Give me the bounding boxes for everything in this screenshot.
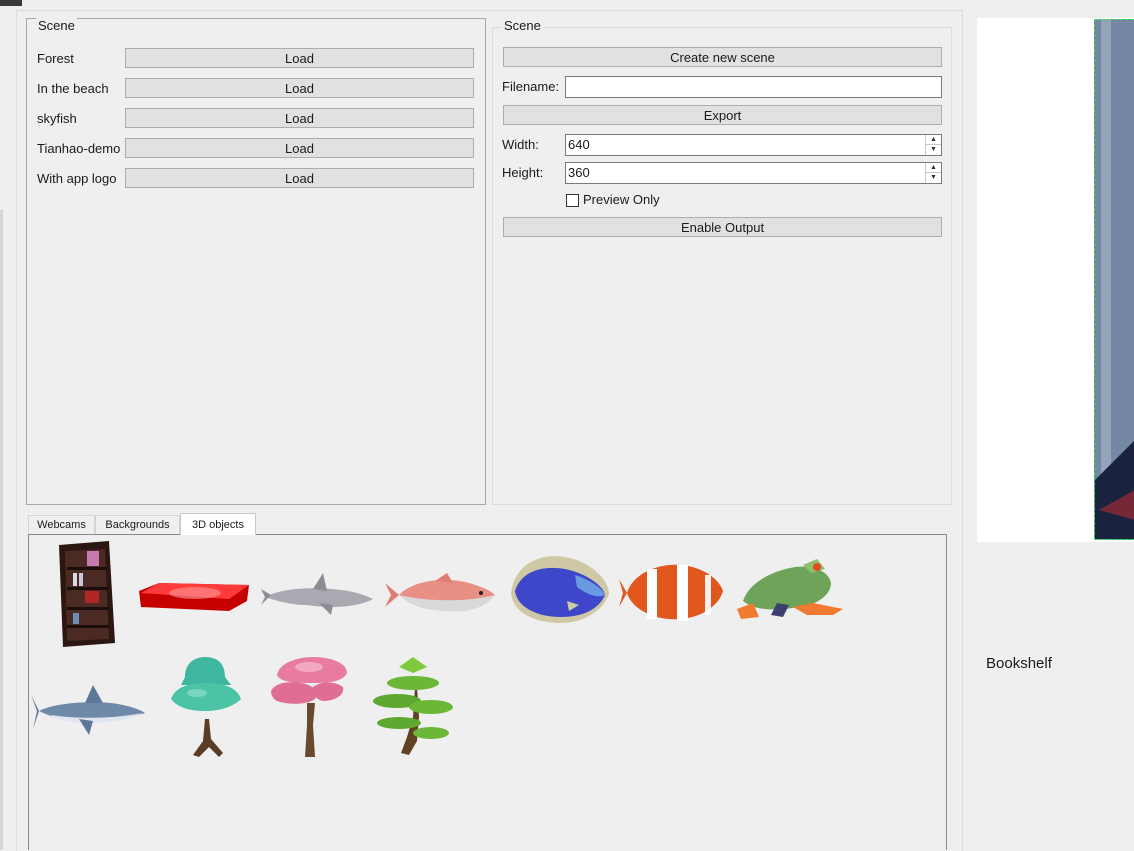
dolphin-thumbnail[interactable]: [261, 571, 375, 619]
window-corner-mark: [0, 0, 22, 6]
bonsai-tree-thumbnail[interactable]: [369, 657, 457, 757]
salmon-fish-thumbnail[interactable]: [385, 573, 497, 617]
height-value: 360: [568, 165, 590, 180]
tab-3d-objects[interactable]: 3D objects: [180, 513, 256, 535]
load-scene-button[interactable]: Load: [125, 78, 474, 98]
load-scene-button[interactable]: Load: [125, 48, 474, 68]
3d-objects-panel: [28, 534, 947, 850]
shark-thumbnail[interactable]: [31, 683, 147, 739]
load-scene-button[interactable]: Load: [125, 168, 474, 188]
green-tree-thumbnail[interactable]: [167, 655, 245, 761]
scene-list-title: Scene: [36, 18, 77, 33]
create-new-scene-button[interactable]: Create new scene: [503, 47, 942, 67]
preview-only-label: Preview Only: [583, 192, 660, 207]
load-scene-button[interactable]: Load: [125, 138, 474, 158]
scene-name: Forest: [37, 51, 74, 66]
clownfish-thumbnail[interactable]: [619, 559, 727, 625]
filename-label: Filename:: [502, 79, 560, 94]
frog-thumbnail[interactable]: [733, 557, 845, 623]
scene-name: In the beach: [37, 81, 109, 96]
width-spinbox[interactable]: 640 ▲ ▼: [565, 134, 942, 156]
export-button[interactable]: Export: [503, 105, 942, 125]
tab-backgrounds[interactable]: Backgrounds: [95, 515, 180, 534]
preview-only-checkbox[interactable]: [566, 194, 579, 207]
preview-webcam-image: [1095, 20, 1134, 539]
preview-selection-frame[interactable]: [1094, 19, 1134, 540]
height-label: Height:: [502, 165, 544, 180]
scene-name: With app logo: [37, 171, 117, 186]
red-slab-thumbnail[interactable]: [137, 579, 251, 615]
scene-controls-group: Scene Create new scene Filename: Export …: [492, 18, 952, 505]
scene-name: skyfish: [37, 111, 77, 126]
enable-output-button[interactable]: Enable Output: [503, 217, 942, 237]
spin-up-icon[interactable]: ▲: [926, 163, 941, 173]
width-spinner[interactable]: ▲ ▼: [925, 135, 941, 155]
bookshelf-thumbnail[interactable]: [55, 539, 119, 647]
spin-down-icon[interactable]: ▼: [926, 145, 941, 154]
scene-controls-title: Scene: [502, 18, 543, 33]
scene-name: Tianhao-demo: [37, 141, 121, 156]
load-scene-button[interactable]: Load: [125, 108, 474, 128]
left-edge-divider: [0, 210, 3, 850]
width-value: 640: [568, 137, 590, 152]
filename-input[interactable]: [565, 76, 942, 98]
blue-tang-fish-thumbnail[interactable]: [505, 553, 613, 627]
pink-tree-thumbnail[interactable]: [269, 655, 351, 759]
width-label: Width:: [502, 137, 539, 152]
scene-list-group: Scene Forest Load In the beach Load skyf…: [26, 18, 486, 505]
height-spinner[interactable]: ▲ ▼: [925, 163, 941, 183]
spin-down-icon[interactable]: ▼: [926, 173, 941, 182]
spin-up-icon[interactable]: ▲: [926, 135, 941, 145]
selected-object-label: Bookshelf: [986, 655, 1052, 672]
tab-webcams[interactable]: Webcams: [28, 515, 95, 534]
height-spinbox[interactable]: 360 ▲ ▼: [565, 162, 942, 184]
